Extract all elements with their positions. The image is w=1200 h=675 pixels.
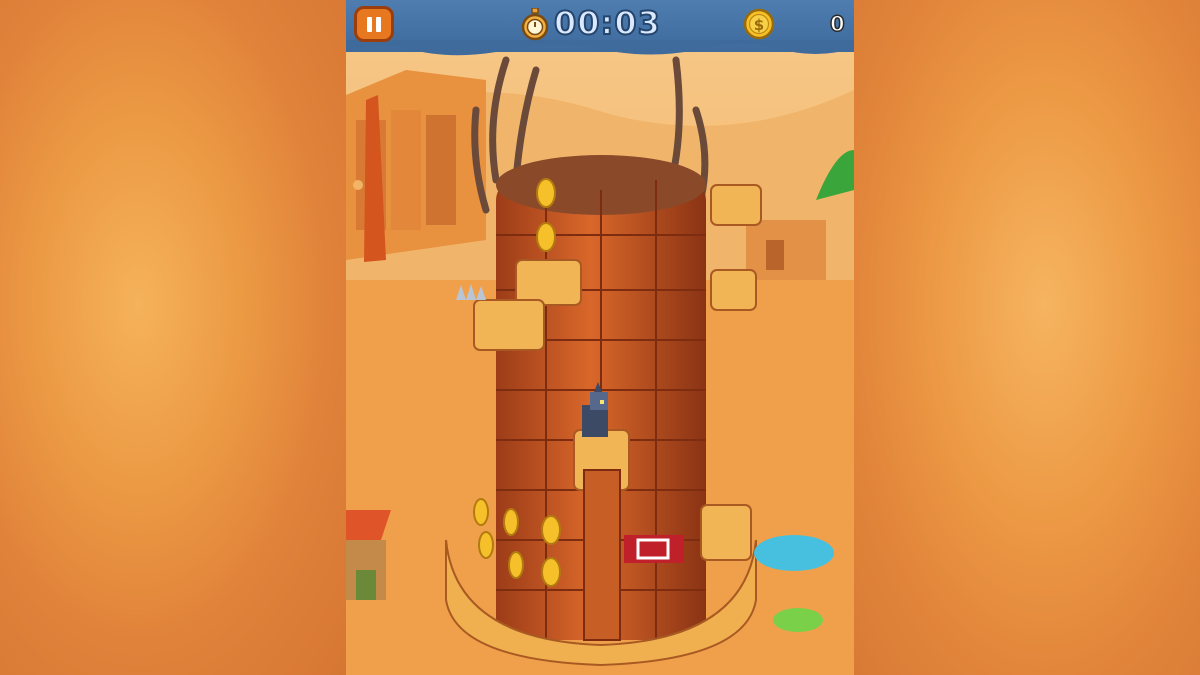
svg-text:$: $ bbox=[754, 16, 764, 34]
game-viewport[interactable]: 00:03 $ 0 bbox=[346, 0, 854, 675]
market-stall bbox=[346, 510, 391, 600]
stopwatch-icon bbox=[521, 8, 549, 41]
dollar-coin-icon: $ bbox=[743, 8, 775, 40]
coin-count: 0 bbox=[829, 11, 845, 37]
pause-icon-bar bbox=[376, 16, 381, 32]
top-hud-bar: 00:03 $ 0 bbox=[346, 0, 854, 56]
timer-display: 00:03 bbox=[553, 3, 661, 43]
temple-ruins bbox=[346, 70, 486, 262]
grass-patch bbox=[773, 608, 823, 632]
water-pool bbox=[754, 535, 834, 571]
pause-icon bbox=[367, 16, 372, 32]
game-scene bbox=[346, 0, 854, 675]
stone-pillar bbox=[583, 469, 621, 641]
pause-button[interactable] bbox=[354, 6, 394, 42]
blurred-background-left bbox=[0, 0, 346, 675]
target-trap bbox=[624, 535, 684, 563]
blurred-background-right bbox=[854, 0, 1200, 675]
hud-wave-edge bbox=[346, 40, 854, 56]
